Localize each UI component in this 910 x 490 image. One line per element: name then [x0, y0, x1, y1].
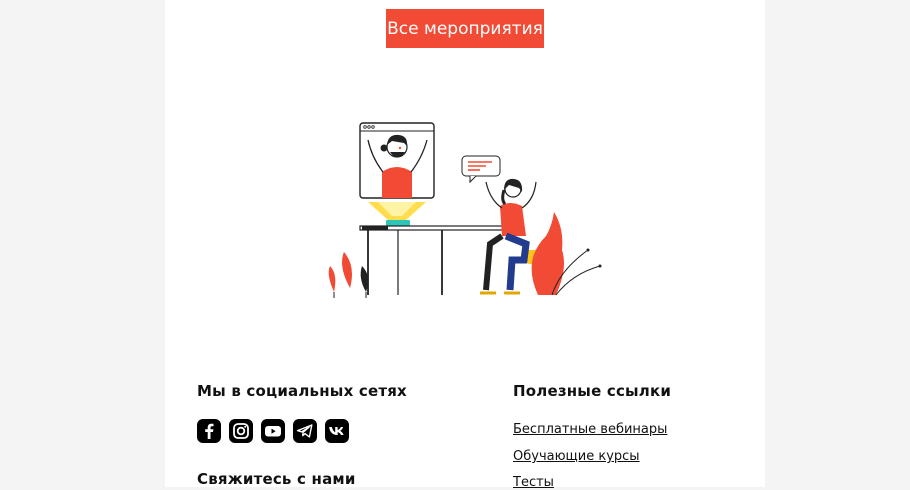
vk-icon[interactable]: [325, 419, 349, 443]
social-title: Мы в социальных сетях: [197, 382, 407, 400]
link-training-courses[interactable]: Обучающие курсы: [513, 449, 640, 464]
youtube-icon[interactable]: [261, 419, 285, 443]
link-free-webinars[interactable]: Бесплатные вебинары: [513, 422, 667, 437]
video-call-illustration: [328, 122, 602, 298]
contact-title: Свяжитесь с нами: [197, 470, 356, 488]
instagram-icon[interactable]: [229, 419, 253, 443]
social-links: [197, 419, 349, 443]
email-body: Все мероприятия Мы в социальных сетях Св…: [165, 0, 765, 490]
all-events-button[interactable]: Все мероприятия: [386, 9, 544, 48]
telegram-icon[interactable]: [293, 419, 317, 443]
useful-links-title: Полезные ссылки: [513, 382, 672, 400]
facebook-icon[interactable]: [197, 419, 221, 443]
link-tests[interactable]: Тесты: [513, 475, 554, 490]
